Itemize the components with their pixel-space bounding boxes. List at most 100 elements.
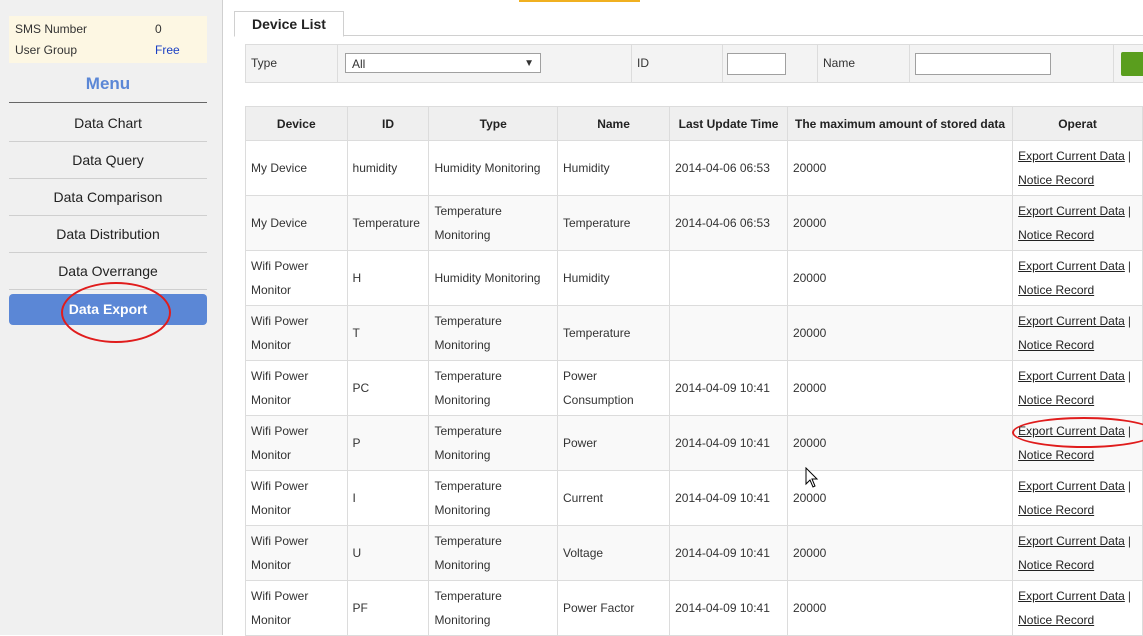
cell-type: Temperature Monitoring [428, 305, 558, 361]
sidebar: SMS Number 0 User Group Free Menu Data C… [0, 0, 223, 635]
cell-max-stored-data: 20000 [786, 470, 1014, 526]
cell-operations: Export Current Data | Notice Record [1012, 470, 1143, 526]
header-max-stored-data: The maximum amount of stored data [786, 106, 1014, 141]
cell-type: Temperature Monitoring [428, 470, 558, 526]
cell-device: Wifi Power Monitor [245, 360, 348, 416]
export-current-data-link[interactable]: Export Current Data [1018, 589, 1125, 603]
cell-operations: Export Current Data | Notice Record [1012, 195, 1143, 251]
cell-max-stored-data: 20000 [786, 415, 1014, 471]
operation-separator: | [1127, 314, 1131, 328]
cell-device: Wifi Power Monitor [245, 525, 348, 581]
export-current-data-link[interactable]: Export Current Data [1018, 149, 1125, 163]
cell-operations: Export Current Data | Notice Record [1012, 250, 1143, 306]
menu-item-data-comparison[interactable]: Data Comparison [9, 179, 207, 216]
cell-max-stored-data: 20000 [786, 525, 1014, 581]
cell-name: Power [556, 415, 671, 471]
user-group-value[interactable]: Free [155, 43, 180, 57]
menu-item-data-export[interactable]: Data Export [9, 294, 207, 325]
table-row: Wifi Power Monitor PC Temperature Monitori… [245, 360, 1143, 416]
notice-record-link[interactable]: Notice Record [1018, 228, 1094, 242]
cell-id: T [346, 305, 430, 361]
id-input[interactable] [727, 53, 786, 75]
menu-item-data-distribution[interactable]: Data Distribution [9, 216, 207, 253]
account-info-box: SMS Number 0 User Group Free [9, 16, 207, 63]
notice-record-link[interactable]: Notice Record [1018, 283, 1094, 297]
table-row: My Device Temperature Temperature Monitori… [245, 195, 1143, 251]
cell-type: Temperature Monitoring [428, 580, 558, 636]
sms-number-value: 0 [155, 22, 162, 36]
export-current-data-link[interactable]: Export Current Data [1018, 369, 1125, 383]
filter-divider [631, 45, 632, 82]
filter-divider [909, 45, 910, 82]
menu-item-data-chart[interactable]: Data Chart [9, 105, 207, 142]
cell-name: Power Consumption [556, 360, 671, 416]
type-filter-label: Type [251, 56, 278, 70]
cell-id: PC [346, 360, 430, 416]
notice-record-link[interactable]: Notice Record [1018, 393, 1094, 407]
cell-id: PF [346, 580, 430, 636]
cell-last-update-time [669, 305, 788, 361]
operation-separator: | [1127, 424, 1131, 438]
export-current-data-link[interactable]: Export Current Data [1018, 259, 1125, 273]
device-table: Device ID Type Name Last Update Time The… [245, 106, 1143, 636]
table-row: Wifi Power Monitor I Temperature Monitorin… [245, 470, 1143, 526]
filter-divider [722, 45, 723, 82]
cell-last-update-time: 2014-04-06 06:53 [669, 195, 788, 251]
export-current-data-link[interactable]: Export Current Data [1018, 314, 1125, 328]
cell-last-update-time: 2014-04-09 10:41 [669, 415, 788, 471]
cell-max-stored-data: 20000 [786, 195, 1014, 251]
header-operation: Operat [1012, 106, 1143, 141]
id-filter-label: ID [637, 56, 649, 70]
cell-id: Temperature [346, 195, 430, 251]
cell-name: Voltage [556, 525, 671, 581]
tab-device-list[interactable]: Device List [234, 11, 344, 37]
name-input[interactable] [915, 53, 1051, 75]
export-current-data-link[interactable]: Export Current Data [1018, 479, 1125, 493]
cell-id: U [346, 525, 430, 581]
cell-operations: Export Current Data | Notice Record [1012, 525, 1143, 581]
notice-record-link[interactable]: Notice Record [1018, 338, 1094, 352]
header-device: Device [245, 106, 348, 141]
cell-name: Humidity [556, 140, 671, 196]
cell-type: Humidity Monitoring [428, 140, 558, 196]
cell-last-update-time: 2014-04-09 10:41 [669, 580, 788, 636]
cell-max-stored-data: 20000 [786, 140, 1014, 196]
export-current-data-link[interactable]: Export Current Data [1018, 424, 1125, 438]
table-body: My Device humidity Humidity Monitoring Humi… [245, 140, 1143, 636]
export-current-data-link[interactable]: Export Current Data [1018, 204, 1125, 218]
search-button[interactable] [1121, 52, 1143, 76]
main-content: Device List Type All ▼ ID Name Device ID… [234, 0, 1143, 636]
cell-max-stored-data: 20000 [786, 360, 1014, 416]
cell-last-update-time: 2014-04-09 10:41 [669, 360, 788, 416]
table-row: My Device humidity Humidity Monitoring Humi… [245, 140, 1143, 196]
cell-max-stored-data: 20000 [786, 305, 1014, 361]
operation-separator: | [1127, 259, 1131, 273]
notice-record-link[interactable]: Notice Record [1018, 613, 1094, 627]
cell-type: Temperature Monitoring [428, 415, 558, 471]
table-header-row: Device ID Type Name Last Update Time The… [245, 106, 1143, 141]
notice-record-link[interactable]: Notice Record [1018, 173, 1094, 187]
cell-id: humidity [346, 140, 430, 196]
cell-operations: Export Current Data | Notice Record [1012, 305, 1143, 361]
menu-item-data-query[interactable]: Data Query [9, 142, 207, 179]
filter-divider [817, 45, 818, 82]
cell-name: Current [556, 470, 671, 526]
cell-id: P [346, 415, 430, 471]
cell-type: Temperature Monitoring [428, 360, 558, 416]
type-select[interactable]: All ▼ [345, 53, 541, 73]
filter-bar: Type All ▼ ID Name [245, 44, 1143, 83]
user-group-label: User Group [15, 43, 78, 57]
cell-operations: Export Current Data | Notice Record [1012, 140, 1143, 196]
notice-record-link[interactable]: Notice Record [1018, 448, 1094, 462]
cell-name: Temperature [556, 305, 671, 361]
notice-record-link[interactable]: Notice Record [1018, 503, 1094, 517]
type-select-value: All [352, 57, 366, 71]
operation-separator: | [1127, 589, 1131, 603]
cell-max-stored-data: 20000 [786, 250, 1014, 306]
notice-record-link[interactable]: Notice Record [1018, 558, 1094, 572]
menu-item-data-overrange[interactable]: Data Overrange [9, 253, 207, 290]
cell-operations: Export Current Data | Notice Record [1012, 360, 1143, 416]
cell-operations: Export Current Data | Notice Record [1012, 580, 1143, 636]
export-current-data-link[interactable]: Export Current Data [1018, 534, 1125, 548]
filter-divider [1113, 45, 1114, 82]
